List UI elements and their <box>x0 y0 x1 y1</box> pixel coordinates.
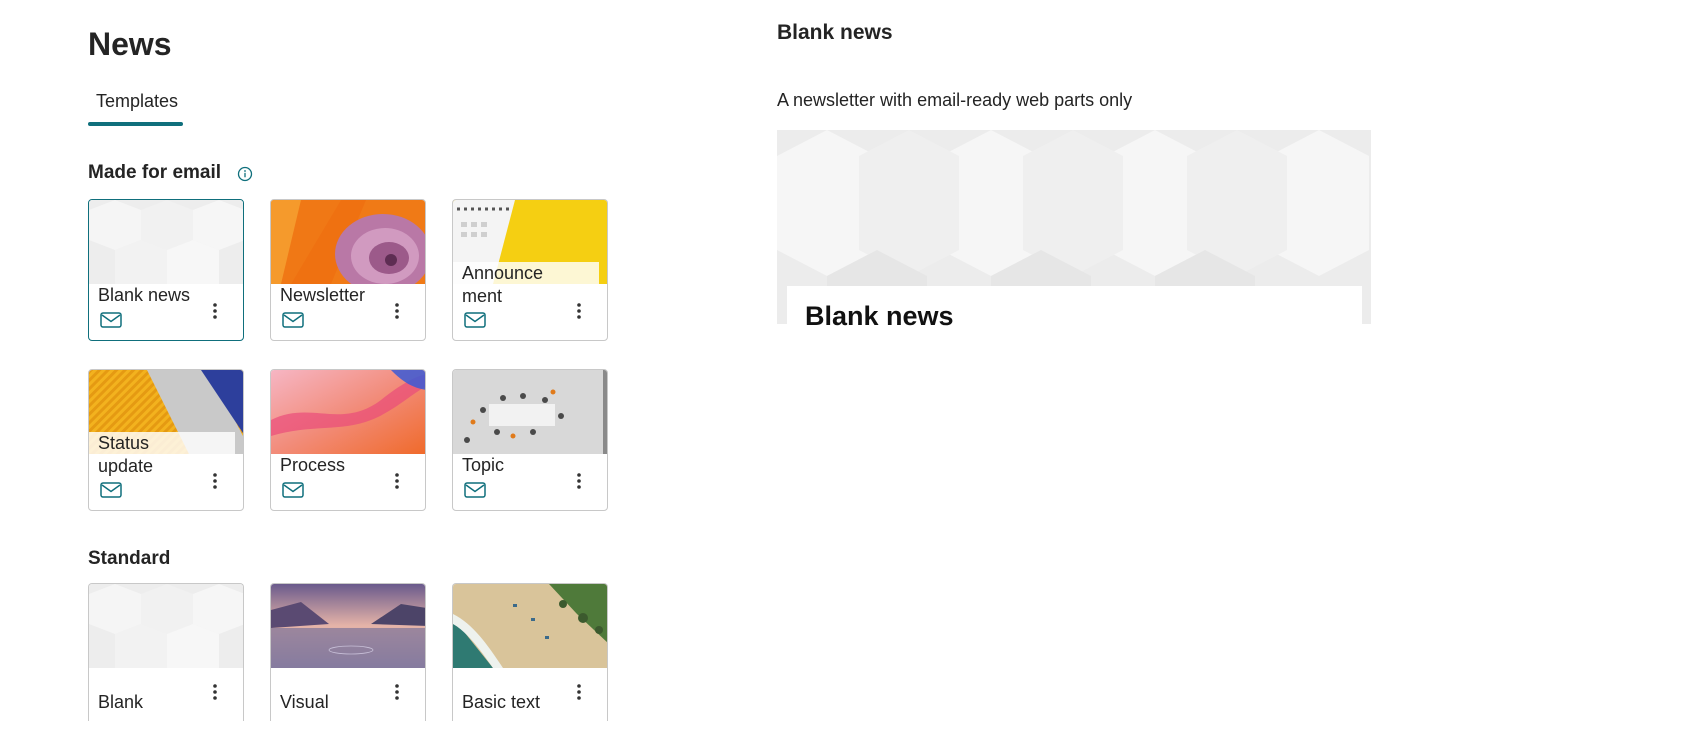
preview-card-title: Blank news <box>805 301 954 331</box>
template-thumbnail <box>89 200 243 284</box>
more-vertical-icon[interactable] <box>205 297 225 325</box>
template-label: Process <box>280 455 346 475</box>
template-thumbnail <box>271 370 425 454</box>
page-title: News <box>88 26 172 62</box>
template-card-topic[interactable]: Topic <box>452 369 608 511</box>
template-label: Blank <box>98 692 144 712</box>
mail-icon <box>282 481 304 499</box>
mail-icon <box>282 311 304 329</box>
mail-icon <box>464 481 486 499</box>
info-icon[interactable] <box>237 166 253 182</box>
more-vertical-icon[interactable] <box>387 297 407 325</box>
template-label: Topic <box>462 455 505 475</box>
template-card-blank[interactable]: Blank <box>88 583 244 721</box>
template-card-newsletter[interactable]: Newsletter <box>270 199 426 341</box>
template-card-blank-news[interactable]: Blank news <box>88 199 244 341</box>
preview-heading: Blank news <box>777 21 893 44</box>
template-card-process[interactable]: Process <box>270 369 426 511</box>
template-thumbnail <box>271 584 425 668</box>
mail-icon <box>100 481 122 499</box>
tab-templates[interactable]: Templates <box>88 88 183 126</box>
tab-selected-indicator <box>88 122 183 126</box>
template-card-basic-text[interactable]: Basic text <box>452 583 608 721</box>
template-label: Basic text <box>462 692 541 712</box>
template-thumbnail <box>271 200 425 284</box>
template-card-status-update[interactable]: Status update <box>88 369 244 511</box>
template-thumbnail <box>453 370 607 454</box>
more-vertical-icon[interactable] <box>387 467 407 495</box>
template-label: Visual <box>280 692 329 712</box>
more-vertical-icon[interactable] <box>569 678 589 706</box>
template-label: Blank news <box>98 285 191 305</box>
more-vertical-icon[interactable] <box>205 467 225 495</box>
template-card-visual[interactable]: Visual <box>270 583 426 721</box>
preview-description: A newsletter with email-ready web parts … <box>777 90 1133 110</box>
template-card-announcement[interactable]: Announce ment <box>452 199 608 341</box>
mail-icon <box>100 311 122 329</box>
section-title-standard: Standard <box>88 548 171 569</box>
tab-label: Templates <box>96 91 179 111</box>
section-title-email: Made for email <box>88 162 222 183</box>
template-thumbnail <box>89 584 243 668</box>
more-vertical-icon[interactable] <box>569 297 589 325</box>
template-label: Newsletter <box>280 285 366 305</box>
more-vertical-icon[interactable] <box>205 678 225 706</box>
template-thumbnail <box>453 584 607 668</box>
mail-icon <box>464 311 486 329</box>
more-vertical-icon[interactable] <box>387 678 407 706</box>
more-vertical-icon[interactable] <box>569 467 589 495</box>
